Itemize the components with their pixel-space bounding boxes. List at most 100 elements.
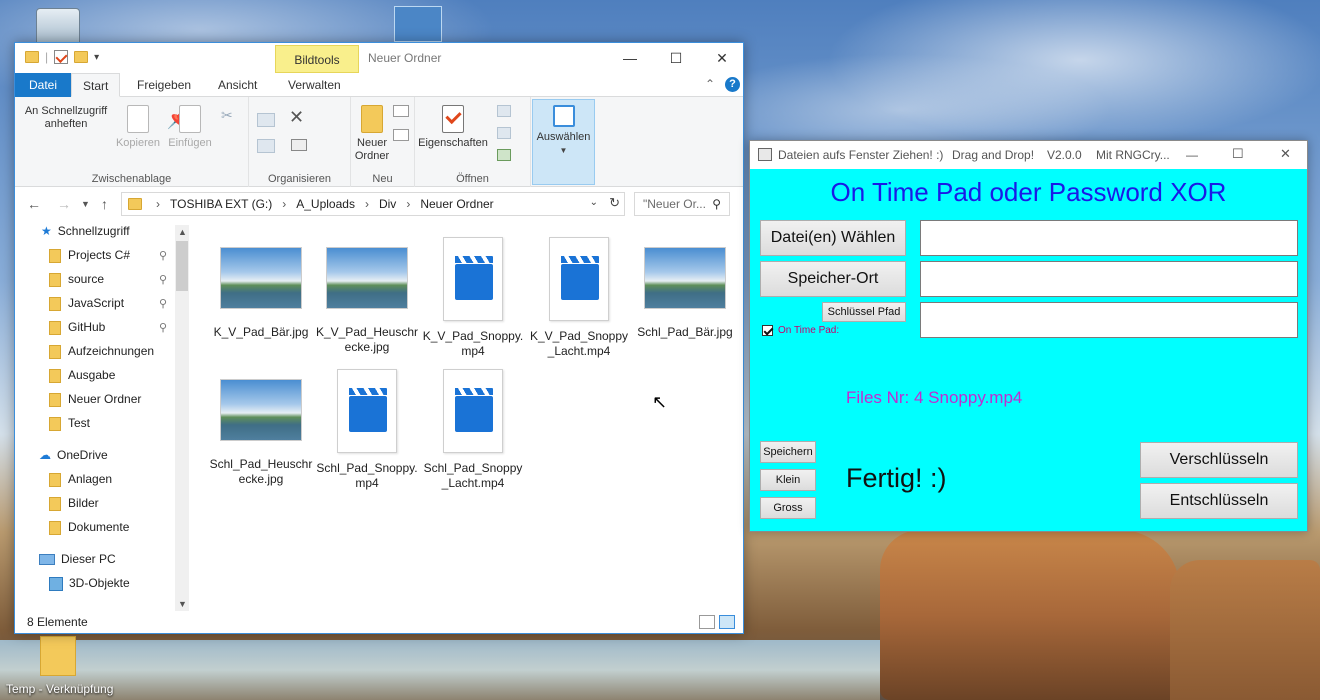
back-arrow-icon[interactable]: ←	[27, 196, 41, 212]
properties-button[interactable]: Eigenschaften	[415, 105, 491, 150]
tab-verwalten[interactable]: Verwalten	[277, 73, 352, 97]
key-path-field[interactable]	[920, 302, 1298, 338]
ribbon-collapse-icon[interactable]: ⌃	[705, 77, 715, 91]
nav-item-3d-objekte[interactable]: 3D-Objekte	[49, 571, 130, 595]
details-view-icon[interactable]	[699, 615, 715, 629]
move-to-icon[interactable]	[257, 113, 275, 127]
file-item[interactable]: K_V_Pad_Heuschrecke.jpg	[315, 247, 419, 355]
search-input[interactable]: "Neuer Or... ⚲	[634, 192, 730, 216]
file-name: Schl_Pad_Snoppy.mp4	[316, 461, 418, 490]
breadcrumb-drive[interactable]: TOSHIBA EXT (G:)	[170, 197, 272, 211]
nav-item-github[interactable]: GitHub	[49, 315, 105, 339]
refresh-icon[interactable]: ↻	[609, 195, 620, 211]
properties-check-icon[interactable]	[54, 50, 69, 64]
key-path-button[interactable]: Schlüssel Pfad	[822, 302, 906, 322]
maximize-button[interactable]: ☐	[653, 43, 699, 73]
desktop-selected-icon[interactable]	[394, 6, 442, 42]
nav-item-anlagen[interactable]: Anlagen	[49, 467, 112, 491]
scroll-up-icon[interactable]: ▲	[178, 227, 187, 237]
breadcrumb-current[interactable]: Neuer Ordner	[420, 197, 493, 211]
nav-item-label: Anlagen	[68, 472, 113, 486]
nav-item-neuer-ordner[interactable]: Neuer Ordner	[49, 387, 141, 411]
history-icon[interactable]	[497, 149, 511, 161]
breadcrumb-uploads[interactable]: A_Uploads	[296, 197, 355, 211]
file-item[interactable]: Schl_Pad_Heuschrecke.jpg	[209, 379, 313, 487]
one-time-pad-checkbox[interactable]	[762, 325, 773, 336]
minimize-button[interactable]: —	[607, 43, 653, 73]
tab-start[interactable]: Start	[71, 73, 121, 97]
close-button[interactable]: ✕	[699, 43, 745, 73]
nav-scrollbar[interactable]: ▲ ▼	[175, 225, 189, 611]
tab-datei[interactable]: Datei	[15, 73, 72, 97]
nav-item-test[interactable]: Test	[49, 411, 90, 435]
breadcrumb-separator-icon[interactable]: ›	[365, 197, 369, 211]
file-list: K_V_Pad_Bär.jpg K_V_Pad_Heuschrecke.jpg …	[195, 233, 743, 613]
nav-item-bilder[interactable]: Bilder	[49, 491, 99, 515]
nav-onedrive[interactable]: ☁ OneDrive	[39, 443, 108, 467]
cut-icon[interactable]: ✂	[221, 103, 233, 127]
decrypt-button[interactable]: Entschlüsseln	[1140, 483, 1298, 519]
storage-location-button[interactable]: Speicher-Ort	[760, 261, 906, 297]
file-item[interactable]: Schl_Pad_Snoppy_Lacht.mp4	[421, 369, 525, 491]
encrypt-button[interactable]: Verschlüsseln	[1140, 442, 1298, 478]
new-folder-button[interactable]: Neuer Ordner	[351, 105, 393, 163]
delete-icon[interactable]: ✕	[289, 107, 304, 128]
recent-chevron-icon[interactable]: ▼	[81, 199, 90, 209]
scroll-thumb[interactable]	[176, 241, 188, 291]
desktop-shortcut-label[interactable]: Temp - Verknüpfung	[6, 682, 113, 696]
file-item[interactable]: K_V_Pad_Snoppy_Lacht.mp4	[527, 237, 631, 359]
up-arrow-icon[interactable]: ↑	[101, 196, 108, 212]
copy-button[interactable]: Kopieren	[115, 105, 161, 150]
new-item-icon[interactable]	[393, 105, 409, 117]
choose-files-button[interactable]: Datei(en) Wählen	[760, 220, 906, 256]
file-item[interactable]: Schl_Pad_Snoppy.mp4	[315, 369, 419, 491]
desktop-shortcut-icon[interactable]	[40, 636, 76, 676]
help-icon[interactable]: ?	[725, 77, 740, 92]
easy-access-icon[interactable]	[393, 129, 409, 141]
pin-quick-access-button[interactable]: 📌 An Schnellzugriff anheften	[21, 105, 192, 131]
breadcrumb-separator-icon[interactable]: ›	[156, 197, 160, 211]
customize-qa-icon[interactable]: ▾	[94, 52, 99, 63]
nav-item-dokumente[interactable]: Dokumente	[49, 515, 129, 539]
open-icon[interactable]	[497, 105, 511, 117]
scroll-down-icon[interactable]: ▼	[178, 599, 187, 609]
file-item[interactable]: Schl_Pad_Bär.jpg	[633, 247, 737, 340]
file-name: K_V_Pad_Snoppy_Lacht.mp4	[529, 329, 629, 358]
address-dropdown-icon[interactable]: ⌄	[590, 197, 598, 208]
breadcrumb-div[interactable]: Div	[379, 197, 396, 211]
nav-item-label: Dokumente	[68, 520, 130, 534]
large-button[interactable]: Gross	[760, 497, 816, 519]
nav-item-javascript[interactable]: JavaScript	[49, 291, 124, 315]
nav-item-source[interactable]: source	[49, 267, 104, 291]
xor-minimize-button[interactable]: —	[1186, 148, 1198, 162]
nav-item-projects[interactable]: Projects C#	[49, 243, 130, 267]
small-button[interactable]: Klein	[760, 469, 816, 491]
nav-item-aufzeichnungen[interactable]: Aufzeichnungen	[49, 339, 154, 363]
ribbon-group-organize: ✕ Organisieren	[249, 97, 351, 187]
status-text: Fertig! :)	[846, 463, 947, 493]
file-item[interactable]: K_V_Pad_Bär.jpg	[209, 247, 313, 340]
nav-item-ausgabe[interactable]: Ausgabe	[49, 363, 115, 387]
nav-this-pc[interactable]: Dieser PC	[39, 547, 116, 571]
edit-icon[interactable]	[497, 127, 511, 139]
files-path-field[interactable]	[920, 220, 1298, 256]
select-button[interactable]: Auswählen ▼	[532, 105, 595, 157]
rename-icon[interactable]	[291, 139, 307, 151]
forward-arrow-icon[interactable]: →	[57, 196, 71, 212]
large-icons-view-icon[interactable]	[719, 615, 735, 629]
tab-freigeben[interactable]: Freigeben	[126, 73, 202, 97]
select-chevron-icon: ▼	[559, 146, 568, 155]
breadcrumb-separator-icon[interactable]: ›	[406, 197, 410, 211]
paste-button[interactable]: Einfügen	[165, 105, 215, 150]
breadcrumb-separator-icon[interactable]: ›	[282, 197, 286, 211]
file-item[interactable]: K_V_Pad_Snoppy.mp4	[421, 237, 525, 359]
address-bar[interactable]: › TOSHIBA EXT (G:) › A_Uploads › Div › N…	[121, 192, 625, 216]
save-button[interactable]: Speichern	[760, 441, 816, 463]
tab-ansicht[interactable]: Ansicht	[207, 73, 268, 97]
xor-maximize-button[interactable]: ☐	[1232, 146, 1244, 162]
copy-to-icon[interactable]	[257, 139, 275, 153]
storage-path-field[interactable]	[920, 261, 1298, 297]
nav-quick-access[interactable]: ★ Schnellzugriff	[41, 223, 130, 243]
new-folder-icon[interactable]	[74, 51, 89, 63]
xor-close-button[interactable]: ✕	[1280, 146, 1291, 162]
